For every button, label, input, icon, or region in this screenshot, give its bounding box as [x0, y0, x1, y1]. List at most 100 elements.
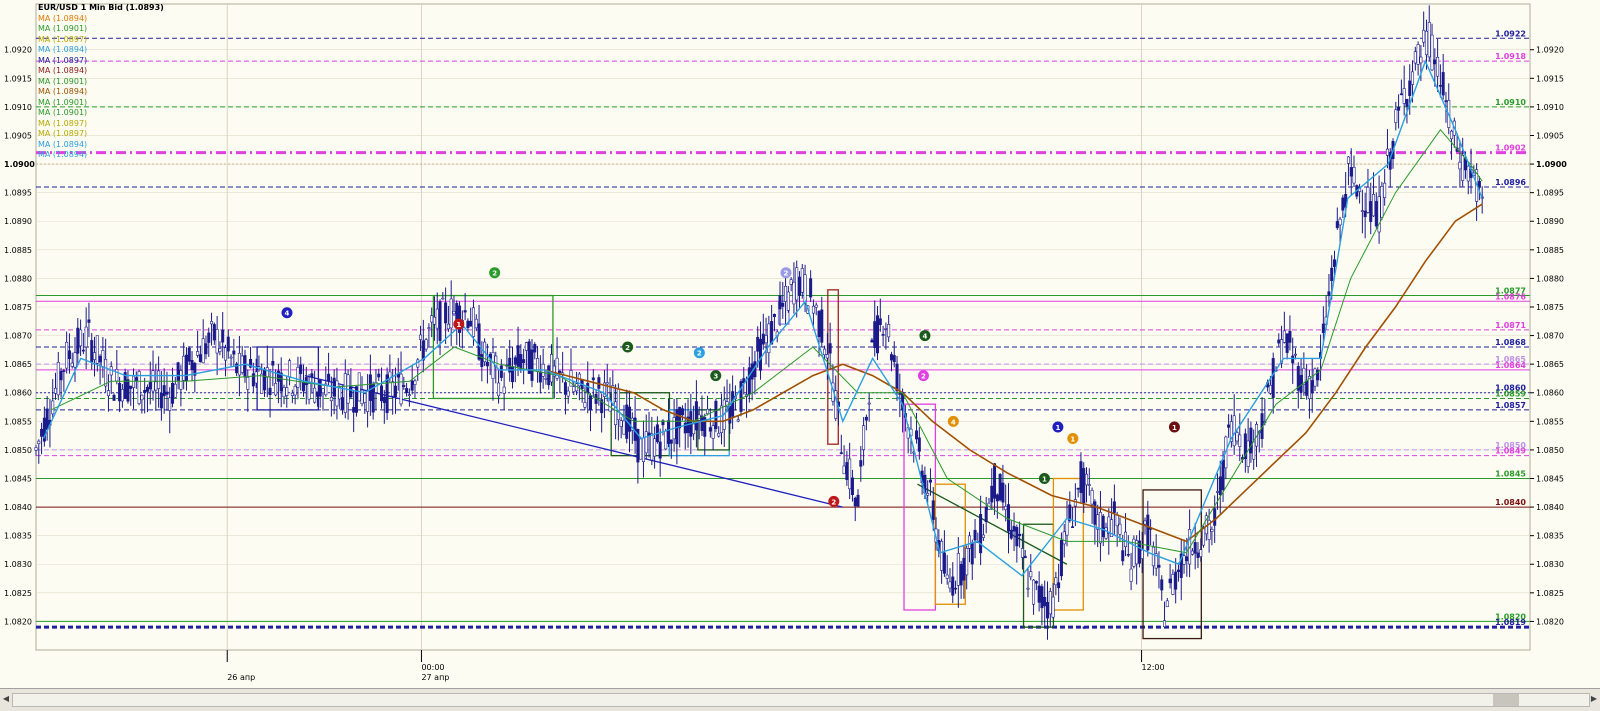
candle-body: [1118, 523, 1122, 535]
candle-body: [1405, 98, 1409, 107]
candle-body: [845, 462, 849, 481]
candle-body: [547, 365, 551, 386]
candle-body: [132, 375, 136, 388]
candle-body: [719, 405, 723, 433]
y-tick-label-left: 1.0910: [4, 103, 32, 112]
candle-body: [895, 363, 899, 392]
y-tick-label-right: 1.0915: [1536, 74, 1564, 83]
marker-number: 1: [1055, 424, 1060, 432]
candle-body: [410, 380, 414, 391]
candle-body: [474, 318, 478, 329]
legend-item: MA (1.0894): [38, 87, 88, 96]
y-tick-label-right: 1.0855: [1536, 417, 1564, 426]
candle-body: [589, 395, 593, 411]
candle-body: [1430, 34, 1434, 71]
candle-body: [772, 313, 776, 317]
y-tick-label-right: 1.0835: [1536, 532, 1564, 541]
candle-body: [1029, 571, 1033, 578]
candle-body: [1012, 525, 1016, 532]
candle-body: [380, 385, 384, 402]
candle-body: [1101, 515, 1105, 538]
wave-marker: 1: [1038, 472, 1050, 484]
candle-body: [368, 374, 372, 401]
candle-body: [940, 540, 944, 571]
candle-body: [1151, 546, 1155, 567]
candle-body: [876, 315, 880, 354]
candle-body: [731, 391, 735, 417]
candle-body: [315, 391, 319, 397]
candle-body: [853, 497, 857, 507]
candle-body: [1202, 526, 1206, 546]
candle-body: [781, 302, 785, 307]
candle-body: [1232, 415, 1236, 447]
marker-number: 2: [784, 270, 789, 278]
y-tick-label-right: 1.0840: [1536, 503, 1564, 512]
candle-body: [290, 392, 294, 396]
y-tick-label-left: 1.0825: [4, 589, 32, 598]
candle-body: [419, 334, 423, 340]
candle-body: [327, 373, 331, 382]
candle-body: [274, 383, 278, 396]
scroll-right-icon[interactable]: ▶: [1589, 693, 1599, 705]
candle-body: [814, 304, 818, 308]
candle-body: [809, 278, 813, 298]
candle-body: [1190, 550, 1194, 555]
candle-body: [1338, 218, 1342, 226]
chart-window: 1.0820 1.0820 1.0825 1.0825 1.0830 1.0830 1.08…: [0, 0, 1600, 711]
candle-body: [165, 391, 169, 395]
candle-body: [970, 542, 974, 565]
candle-body: [1321, 323, 1325, 334]
candle-body: [1124, 531, 1128, 547]
y-tick-label-left: 1.0840: [4, 503, 32, 512]
candle-body: [471, 307, 475, 337]
horizontal-scrollbar[interactable]: ◀ ▶: [0, 688, 1600, 711]
marker-number: 2: [831, 498, 836, 506]
y-tick-label-right: 1.0870: [1536, 332, 1564, 341]
y-tick-label-right: 1.0910: [1536, 103, 1564, 112]
level-label: 1.0896: [1495, 178, 1526, 187]
candle-body: [1034, 581, 1038, 584]
scroll-track[interactable]: [12, 693, 1590, 707]
candle-body: [1221, 459, 1225, 491]
candle-body: [870, 339, 874, 343]
candle-body: [1129, 568, 1133, 582]
y-tick-label-right: 1.0920: [1536, 46, 1564, 55]
candle-body: [792, 281, 796, 305]
candle-body: [1218, 476, 1222, 495]
scroll-left-icon[interactable]: ◀: [1, 693, 11, 705]
candle-body: [176, 362, 180, 381]
candle-body: [527, 341, 531, 374]
candle-body: [1045, 602, 1049, 619]
candle-body: [499, 365, 503, 378]
price-chart[interactable]: 1.0820 1.0820 1.0825 1.0825 1.0830 1.0830 1.08…: [0, 0, 1600, 688]
candle-body: [1057, 582, 1061, 589]
candle-body: [59, 370, 63, 381]
candle-body: [218, 348, 222, 352]
candle-body: [1411, 71, 1415, 85]
candle-body: [466, 320, 470, 329]
candle-body: [664, 430, 668, 450]
candle-body: [1215, 491, 1219, 493]
y-tick-label-right: 1.0850: [1536, 446, 1564, 455]
candle-body: [1004, 506, 1008, 511]
y-tick-label-right: 1.0880: [1536, 274, 1564, 283]
candle-body: [1157, 564, 1161, 568]
candle-body: [667, 420, 671, 444]
candle-body: [391, 381, 395, 397]
candle-body: [210, 321, 214, 325]
candle-body: [984, 506, 988, 523]
candle-body: [842, 465, 846, 475]
candle-body: [1380, 186, 1384, 218]
candle-body: [143, 389, 147, 394]
candle-body: [182, 355, 186, 381]
candle-body: [1293, 353, 1297, 356]
candle-body: [232, 350, 236, 355]
wave-marker: 2: [828, 495, 840, 507]
candle-body: [563, 382, 567, 395]
candle-body: [338, 387, 342, 400]
scroll-thumb[interactable]: [1493, 694, 1519, 706]
legend-item: MA (1.0901): [38, 97, 88, 107]
candle-body: [1341, 197, 1345, 211]
chart-background: [0, 0, 1600, 688]
candle-body: [393, 385, 397, 397]
